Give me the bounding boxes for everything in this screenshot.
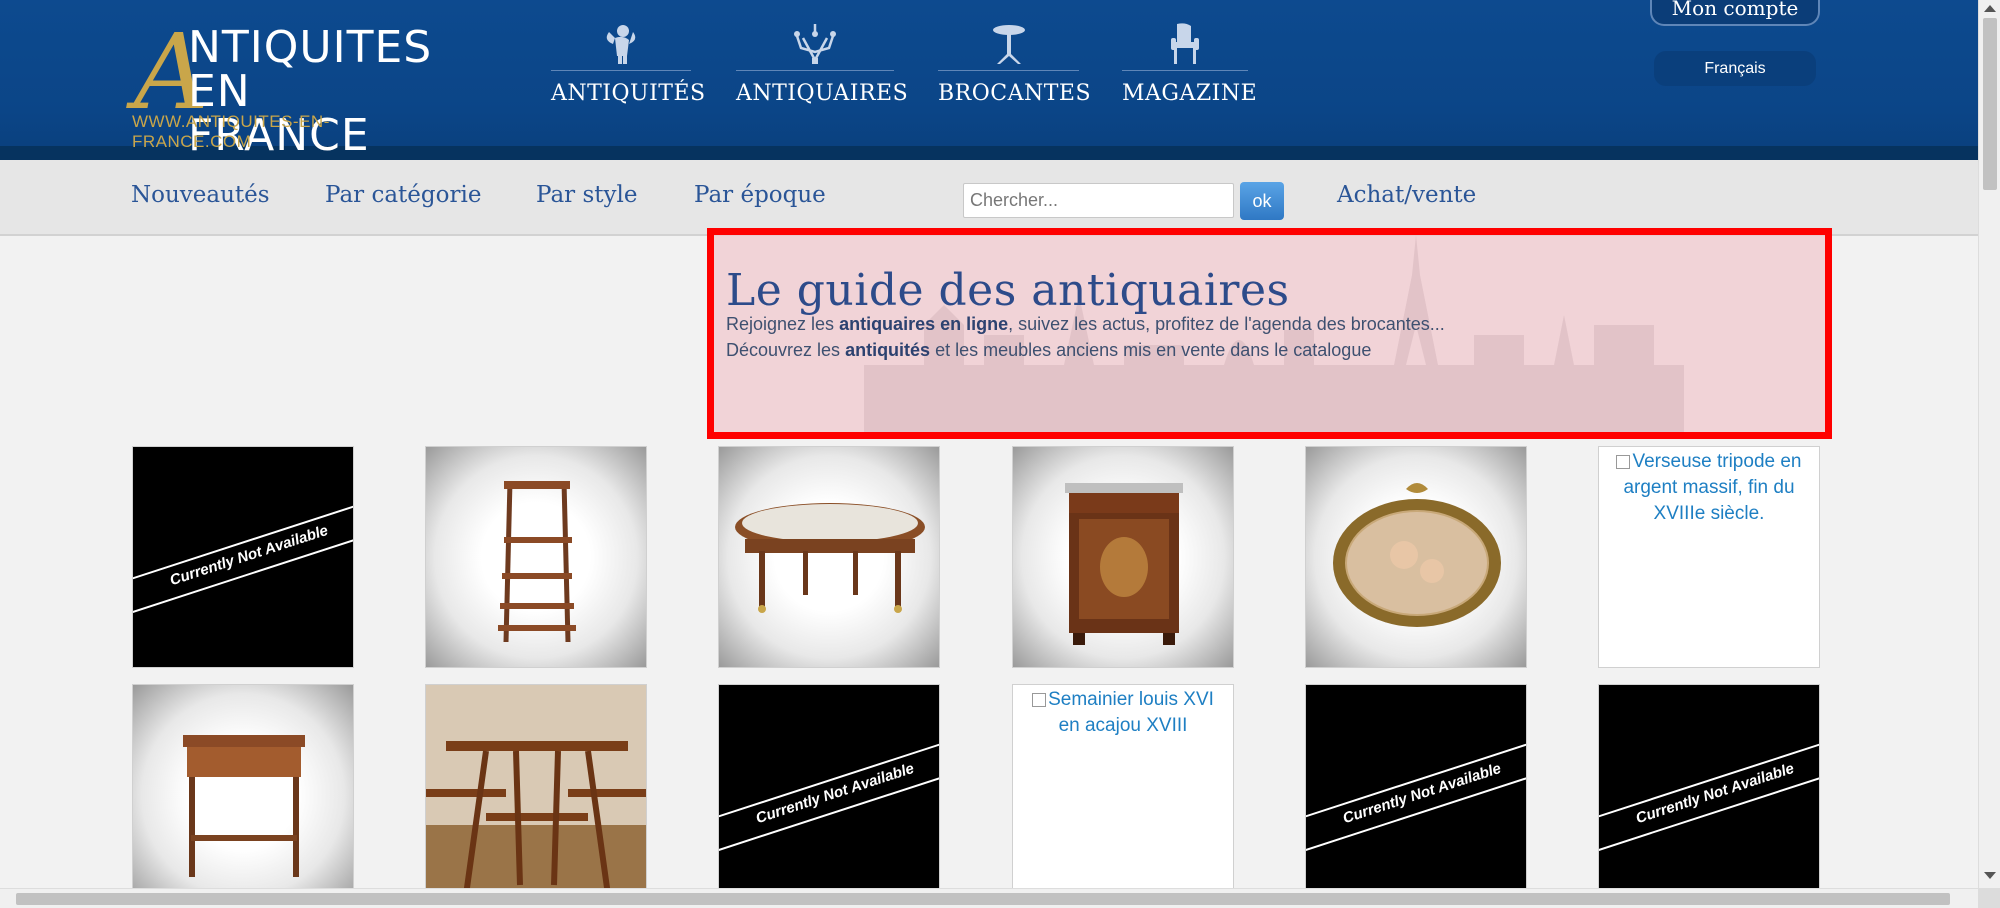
product-card[interactable]: Currently Not Available [1598,684,1820,906]
broken-image-icon [1616,454,1631,469]
product-card[interactable]: Currently Not Available [718,684,940,906]
product-alt-text: Semainier louis XVI en acajou XVIII [1048,689,1214,736]
broken-image-alt: Verseuse tripode en argent massif, fin d… [1599,449,1819,527]
topnav-antiquaires[interactable]: ANTIQUAIRES [736,22,909,112]
scrollbar-corner [1978,888,2000,908]
scroll-up-arrow-icon[interactable] [1984,5,1996,12]
search-submit-button[interactable]: ok [1240,182,1284,220]
sub-navigation: Nouveautés Par catégorie Par style Par é… [0,160,1978,236]
site-header: A NTIQUITES EN FRANCE WWW.ANTIQUITES-EN-… [0,0,1978,160]
topnav-rule [938,70,1079,71]
guide-text: Découvrez les [726,340,846,360]
not-available-label: Currently Not Available [167,521,331,590]
topnav-label: MAGAZINE [1122,81,1258,106]
subnav-par-epoque[interactable]: Par époque [694,182,826,208]
vertical-scroll-thumb[interactable] [1983,18,1997,190]
topnav-rule [1122,70,1248,71]
account-button[interactable]: Mon compte [1650,0,1820,26]
language-selector[interactable]: Français [1654,51,1816,86]
topnav-label: ANTIQUAIRES [736,81,909,106]
subnav-par-style[interactable]: Par style [536,182,637,208]
topnav-label: BROCANTES [938,81,1092,106]
product-card[interactable] [718,446,940,668]
product-image-oval-painting [1333,483,1501,627]
guide-text: Rejoignez les [726,314,840,334]
logo-url: WWW.ANTIQUITES-EN-FRANCE.COM [132,112,330,151]
guide-banner: Le guide des antiquaires Rejoignez les a… [707,228,1832,439]
guide-text-bold: antiquités [845,340,931,360]
product-image-oval-table [735,503,925,613]
topnav-rule [736,70,894,71]
logo-line1: NTIQUITES [188,22,433,73]
search-input[interactable] [963,183,1234,218]
product-image-cabinet [1065,483,1183,645]
guide-title: Le guide des antiquaires [726,265,1290,316]
product-card[interactable] [425,684,647,906]
armchair-icon [1171,23,1199,64]
not-available-label: Currently Not Available [1633,759,1797,828]
not-available-label: Currently Not Available [753,759,917,828]
guide-line-1: Rejoignez les antiquaires en ligne, suiv… [726,314,1445,335]
product-card[interactable]: Currently Not Available [1305,684,1527,906]
pedestal-table-icon [992,25,1025,64]
guide-text: , suivez les actus, profitez de l'agenda… [1008,314,1445,334]
site-logo[interactable]: A NTIQUITES EN FRANCE WWW.ANTIQUITES-EN-… [130,20,440,158]
topnav-rule [551,70,691,71]
topnav-label: ANTIQUITÉS [551,81,706,106]
product-card[interactable] [1012,446,1234,668]
not-available-label: Currently Not Available [1340,759,1504,828]
product-card[interactable] [425,446,647,668]
guide-line-2: Découvrez les antiquités et les meubles … [726,340,1371,361]
scroll-down-arrow-icon[interactable] [1984,872,1996,879]
horizontal-scrollbar[interactable] [0,888,1978,908]
broken-image-alt: Semainier louis XVI en acajou XVIII [1013,687,1233,739]
chandelier-icon [794,24,836,64]
broken-image-icon [1032,692,1047,707]
subnav-achat-vente[interactable]: Achat/vente [1337,182,1476,208]
product-card[interactable]: Currently Not Available [132,446,354,668]
product-image-etagere [498,480,576,643]
cherub-icon [606,25,636,64]
product-alt-text: Verseuse tripode en argent massif, fin d… [1623,451,1802,524]
product-card[interactable]: Semainier louis XVI en acajou XVIII [1012,684,1234,906]
topnav-brocantes[interactable]: BROCANTES [938,22,1092,112]
guide-text: et les meubles anciens mis en vente dans… [930,340,1372,360]
product-card[interactable] [132,684,354,906]
product-card[interactable]: Verseuse tripode en argent massif, fin d… [1598,446,1820,668]
guide-text-bold: antiquaires en ligne [839,314,1009,334]
subnav-nouveautes[interactable]: Nouveautés [131,182,270,208]
product-image-tiered-table [426,685,646,905]
product-image-side-table [183,735,305,877]
topnav-magazine[interactable]: MAGAZINE [1122,22,1258,112]
product-card[interactable] [1305,446,1527,668]
vertical-scrollbar[interactable] [1978,0,2000,888]
topnav-antiquites[interactable]: ANTIQUITÉS [551,22,706,112]
horizontal-scroll-thumb[interactable] [16,893,1950,905]
subnav-par-categorie[interactable]: Par catégorie [325,182,481,208]
